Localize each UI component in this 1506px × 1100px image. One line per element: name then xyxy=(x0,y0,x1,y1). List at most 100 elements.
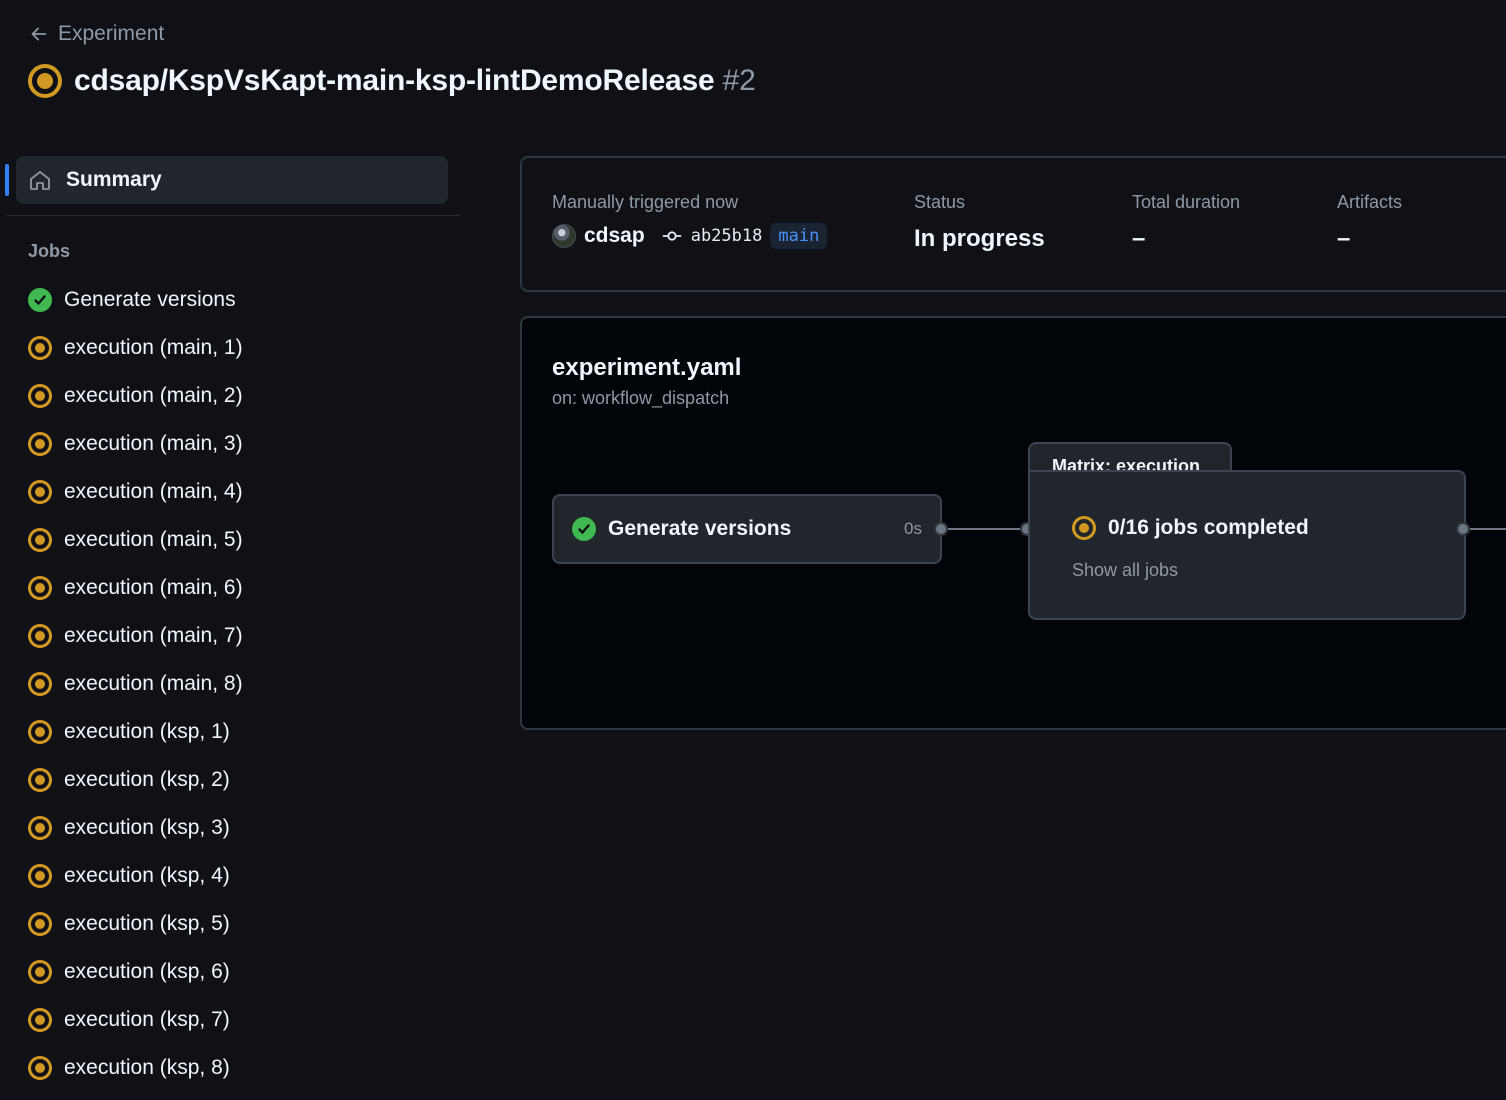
arrow-left-icon xyxy=(31,27,47,41)
artifacts-value: – xyxy=(1337,225,1351,252)
trigger-label: Manually triggered now xyxy=(552,192,739,212)
in-progress-icon xyxy=(28,480,52,504)
job-label: execution (ksp, 3) xyxy=(64,816,230,839)
page-title: cdsap/KspVsKapt-main-ksp-lintDemoRelease… xyxy=(74,64,756,98)
sidebar-job-item[interactable]: Generate versions xyxy=(0,276,462,324)
connector-line xyxy=(1470,528,1506,530)
workflow-run-page: Experiment cdsap/KspVsKapt-main-ksp-lint… xyxy=(0,0,1506,1100)
job-label: execution (ksp, 4) xyxy=(64,864,230,887)
check-circle-icon xyxy=(28,288,52,312)
in-progress-icon xyxy=(28,1008,52,1032)
job-label: execution (ksp, 6) xyxy=(64,960,230,983)
job-label: Generate versions xyxy=(64,288,236,311)
sidebar-job-item[interactable]: execution (main, 5) xyxy=(0,516,462,564)
in-progress-icon xyxy=(28,624,52,648)
sidebar-job-item[interactable]: execution (main, 6) xyxy=(0,564,462,612)
job-label: execution (main, 5) xyxy=(64,528,243,551)
show-all-jobs-link[interactable]: Show all jobs xyxy=(1072,560,1178,581)
run-summary-card: Manually triggered now cdsap ab25b18 mai… xyxy=(520,156,1506,292)
active-indicator xyxy=(5,164,9,196)
sidebar-item-label: Summary xyxy=(66,168,162,191)
in-progress-icon xyxy=(1072,516,1096,540)
sidebar-job-item[interactable]: execution (ksp, 4) xyxy=(0,852,462,900)
branch-label[interactable]: main xyxy=(770,223,828,249)
sidebar-job-item[interactable]: execution (ksp, 6) xyxy=(0,948,462,996)
avatar[interactable] xyxy=(552,224,576,248)
job-node-label: Generate versions xyxy=(608,517,792,540)
job-label: execution (ksp, 8) xyxy=(64,1056,230,1079)
job-label: execution (main, 8) xyxy=(64,672,243,695)
job-node-generate-versions[interactable]: Generate versions 0s xyxy=(552,494,942,564)
connector-dot xyxy=(1456,522,1470,536)
artifacts-info: Artifacts – xyxy=(1337,192,1402,253)
job-label: execution (main, 6) xyxy=(64,576,243,599)
sidebar-divider xyxy=(6,215,460,216)
git-commit-icon xyxy=(662,231,681,241)
duration-value: – xyxy=(1132,225,1146,252)
workflow-graph: experiment.yaml on: workflow_dispatch Ge… xyxy=(520,316,1506,730)
job-label: execution (ksp, 2) xyxy=(64,768,230,791)
in-progress-icon xyxy=(28,720,52,744)
job-label: execution (main, 4) xyxy=(64,480,243,503)
sidebar-job-item[interactable]: execution (main, 8) xyxy=(0,660,462,708)
in-progress-icon xyxy=(28,672,52,696)
in-progress-icon xyxy=(28,1056,52,1080)
sidebar-job-item[interactable]: execution (ksp, 7) xyxy=(0,996,462,1044)
in-progress-icon xyxy=(28,384,52,408)
job-label: execution (ksp, 7) xyxy=(64,1008,230,1031)
run-title: cdsap/KspVsKapt-main-ksp-lintDemoRelease xyxy=(74,64,715,97)
sidebar-job-item[interactable]: execution (main, 3) xyxy=(0,420,462,468)
in-progress-icon xyxy=(28,912,52,936)
sidebar-job-item[interactable]: execution (main, 4) xyxy=(0,468,462,516)
run-sidebar: Summary Jobs Generate versions execution … xyxy=(0,156,462,1092)
in-progress-icon xyxy=(28,64,62,98)
job-label: execution (ksp, 1) xyxy=(64,720,230,743)
connector-line xyxy=(948,528,1022,530)
in-progress-icon xyxy=(28,768,52,792)
connector-dot xyxy=(934,522,948,536)
job-list: Generate versions execution (main, 1) exec… xyxy=(0,276,462,1092)
actor-name[interactable]: cdsap xyxy=(584,224,645,248)
duration-info: Total duration – xyxy=(1132,192,1240,253)
sidebar-job-item[interactable]: execution (main, 1) xyxy=(0,324,462,372)
job-label: execution (main, 7) xyxy=(64,624,243,647)
commit-sha-link[interactable]: ab25b18 xyxy=(691,226,763,246)
sidebar-job-item[interactable]: execution (ksp, 1) xyxy=(0,708,462,756)
sidebar-item-summary[interactable]: Summary xyxy=(5,156,448,204)
matrix-status: 0/16 jobs completed xyxy=(1072,516,1309,540)
job-label: execution (main, 3) xyxy=(64,432,243,455)
in-progress-icon xyxy=(28,336,52,360)
back-to-workflow-link[interactable]: Experiment xyxy=(28,22,164,46)
run-title-row: cdsap/KspVsKapt-main-ksp-lintDemoRelease… xyxy=(28,64,756,98)
home-icon xyxy=(30,171,50,190)
in-progress-icon xyxy=(28,816,52,840)
trigger-info: Manually triggered now cdsap ab25b18 mai… xyxy=(552,192,828,249)
sidebar-job-item[interactable]: execution (ksp, 8) xyxy=(0,1044,462,1092)
sidebar-job-item[interactable]: execution (ksp, 3) xyxy=(0,804,462,852)
matrix-status-text: 0/16 jobs completed xyxy=(1108,516,1309,539)
in-progress-icon xyxy=(28,432,52,456)
check-circle-icon xyxy=(572,517,596,541)
workflow-trigger: on: workflow_dispatch xyxy=(552,388,730,408)
sidebar-job-item[interactable]: execution (main, 7) xyxy=(0,612,462,660)
status-info: Status In progress xyxy=(914,192,1045,253)
job-label: execution (ksp, 5) xyxy=(64,912,230,935)
job-node-duration: 0s xyxy=(904,519,922,538)
in-progress-icon xyxy=(28,864,52,888)
status-label: Status xyxy=(914,192,966,212)
run-number: #2 xyxy=(722,64,756,97)
sidebar-job-item[interactable]: execution (ksp, 5) xyxy=(0,900,462,948)
in-progress-icon xyxy=(28,576,52,600)
in-progress-icon xyxy=(28,960,52,984)
sidebar-job-item[interactable]: execution (ksp, 2) xyxy=(0,756,462,804)
status-value: In progress xyxy=(914,225,1045,252)
sidebar-job-item[interactable]: execution (main, 2) xyxy=(0,372,462,420)
jobs-heading: Jobs xyxy=(28,241,71,261)
matrix-execution-node[interactable]: 0/16 jobs completed Show all jobs xyxy=(1028,470,1466,620)
duration-label: Total duration xyxy=(1132,192,1241,212)
workflow-file-name: experiment.yaml xyxy=(552,354,742,381)
job-label: execution (main, 1) xyxy=(64,336,243,359)
in-progress-icon xyxy=(28,528,52,552)
artifacts-label: Artifacts xyxy=(1337,192,1403,212)
job-label: execution (main, 2) xyxy=(64,384,243,407)
